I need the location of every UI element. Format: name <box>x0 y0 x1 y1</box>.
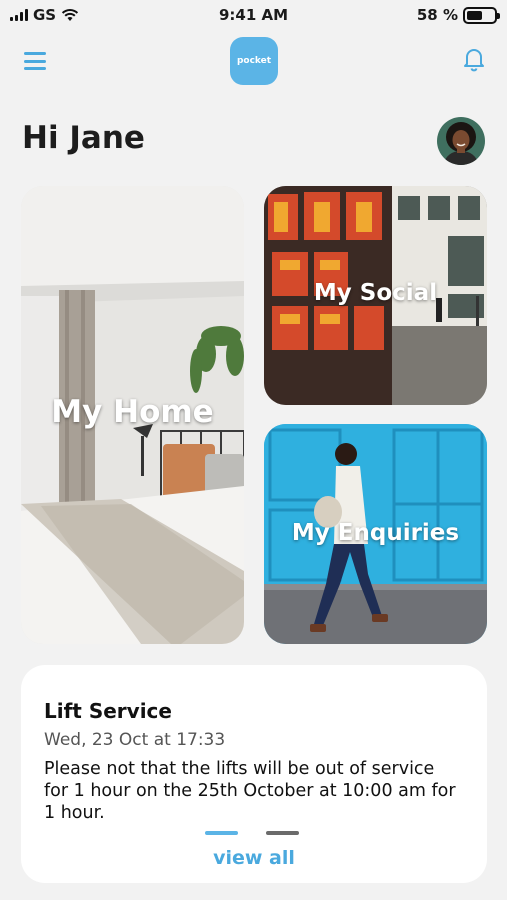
carrier-name: GS <box>33 6 57 24</box>
app-logo: pocket <box>230 37 278 85</box>
battery-percent: 58 % <box>416 6 458 24</box>
view-all-link[interactable]: view all <box>21 847 487 869</box>
notice-date: Wed, 23 Oct at 17:33 <box>44 730 226 750</box>
battery-level <box>467 10 483 20</box>
tile-my-enquiries[interactable]: My Enquiries <box>264 424 487 644</box>
pager-indicator[interactable] <box>205 831 299 835</box>
battery-group: 58 % <box>416 6 500 24</box>
tile-label-my-home: My Home <box>51 394 214 430</box>
bell-icon[interactable] <box>462 46 486 72</box>
notice-card[interactable]: Lift Service Wed, 23 Oct at 17:33 Please… <box>21 665 487 883</box>
pager-dot-active[interactable] <box>205 831 238 835</box>
tile-my-social[interactable]: My Social <box>264 186 487 405</box>
notice-title: Lift Service <box>44 699 172 723</box>
avatar[interactable] <box>437 117 485 165</box>
carrier-group: GS <box>10 6 79 24</box>
hamburger-menu-icon[interactable] <box>24 52 46 70</box>
tile-label-my-social: My Social <box>313 280 438 306</box>
status-bar: GS 9:41 AM 58 % <box>0 0 507 30</box>
notice-body: Please not that the lifts will be out of… <box>44 759 456 823</box>
app-header: pocket <box>0 34 507 90</box>
logo-text: pocket <box>236 56 272 66</box>
pager-dot[interactable] <box>266 831 299 835</box>
wifi-icon <box>62 9 79 21</box>
signal-icon <box>10 9 28 21</box>
avatar-image <box>437 117 485 165</box>
battery-icon <box>463 6 500 24</box>
greeting-heading: Hi Jane <box>22 120 145 156</box>
tile-label-my-enquiries: My Enquiries <box>291 520 460 546</box>
tile-my-home[interactable]: My Home <box>21 186 244 644</box>
